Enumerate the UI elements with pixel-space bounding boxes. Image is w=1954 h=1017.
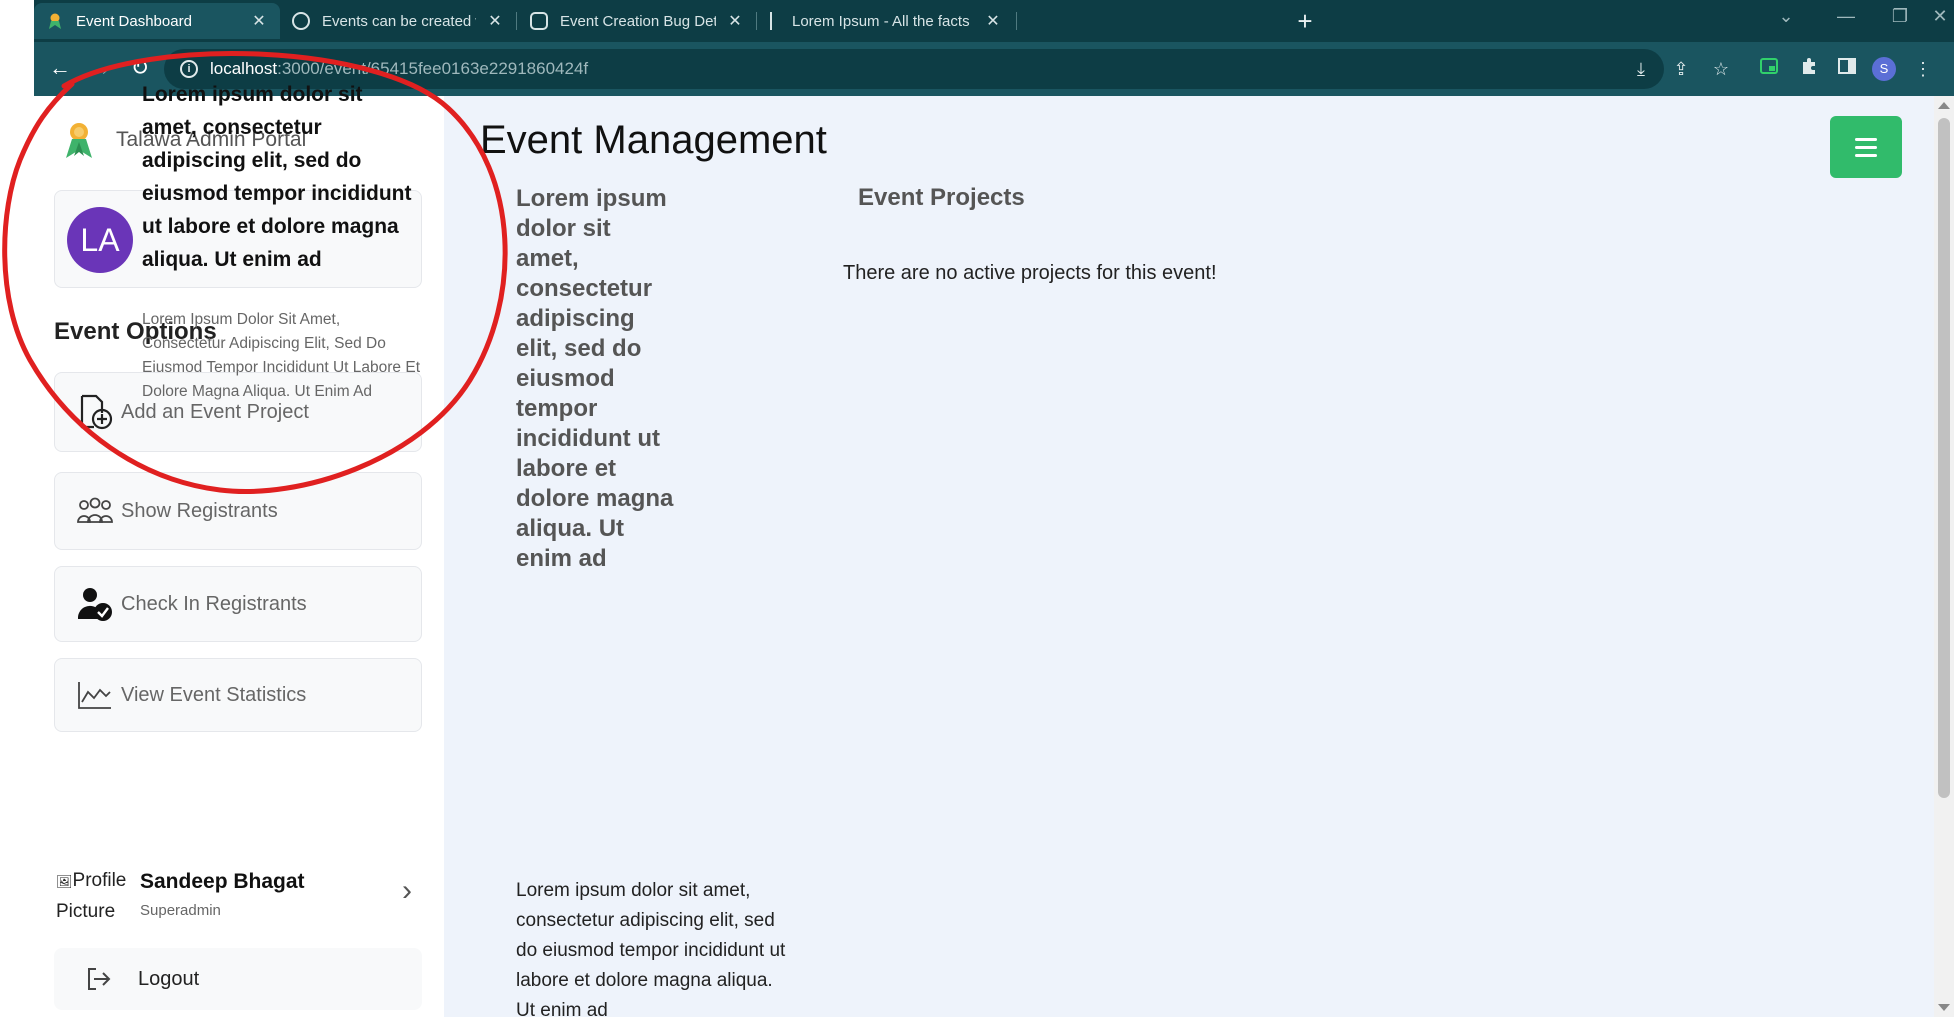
browser-profile-avatar[interactable]: S — [1872, 57, 1896, 81]
org-title: Lorem ipsum dolor sit amet, consectetur … — [142, 83, 412, 271]
menu-bar — [1855, 137, 1877, 141]
back-arrow-icon[interactable]: ← — [46, 54, 74, 82]
window-close-icon[interactable]: ✕ — [1920, 6, 1954, 27]
tab-event-dashboard[interactable]: Event Dashboard ✕ — [34, 3, 280, 39]
check-in-registrants-button[interactable]: Check In Registrants — [54, 566, 422, 642]
menu-bar — [1855, 145, 1877, 149]
profile-role: Superadmin — [140, 902, 221, 919]
extensions-puzzle-icon[interactable] — [1796, 56, 1822, 82]
url-path: :3000/event/65415fee0163e2291860424f — [277, 59, 589, 78]
option-label: Check In Registrants — [121, 592, 307, 615]
site-info-icon[interactable]: i — [180, 60, 198, 78]
people-group-icon — [75, 491, 115, 531]
tab-separator — [516, 12, 517, 30]
left-drawer: Talawa Admin Portal LA Event Options Add… — [0, 83, 444, 1017]
tab-separator — [1016, 12, 1017, 30]
profile-name: Sandeep Bhagat — [140, 870, 305, 893]
share-icon[interactable]: ⇪ — [1668, 56, 1694, 82]
event-description: Lorem ipsum dolor sit amet, consectetur … — [516, 880, 786, 1017]
restore-icon[interactable]: ❐ — [1880, 6, 1920, 27]
browser-tabstrip: Event Dashboard ✕ Events can be created … — [34, 0, 1954, 42]
bookmark-star-icon[interactable]: ☆ — [1708, 56, 1734, 82]
main-content: Event Management Lorem ipsum dolor sit a… — [444, 96, 1934, 1017]
broken-image-icon: 🖼 — [56, 874, 73, 889]
tab-separator — [756, 12, 757, 30]
no-projects-message: There are no active projects for this ev… — [843, 262, 1217, 284]
show-registrants-button[interactable]: Show Registrants — [54, 472, 422, 550]
extension-green-icon[interactable] — [1756, 56, 1782, 82]
event-title: Lorem ipsum dolor sit amet, consectetur … — [516, 185, 674, 572]
profile-picture: 🖼Profile Picture — [56, 866, 136, 927]
file-add-icon — [75, 392, 115, 432]
logout-icon — [78, 966, 118, 992]
logout-button[interactable]: Logout — [54, 948, 422, 1010]
event-projects-heading: Event Projects — [858, 184, 1025, 211]
user-check-icon — [75, 584, 115, 624]
scroll-up-arrow-icon[interactable] — [1938, 102, 1950, 109]
side-panel-icon[interactable] — [1834, 56, 1860, 82]
github-favicon-icon — [292, 12, 310, 30]
window-gutter — [0, 0, 34, 96]
url-host: localhost — [210, 59, 278, 78]
tab-title: Event Dashboard — [76, 12, 192, 30]
talawa-logo-icon — [62, 120, 96, 160]
logout-label: Logout — [138, 967, 200, 990]
close-icon[interactable]: ✕ — [250, 11, 268, 31]
chart-line-icon — [75, 675, 115, 715]
minimize-icon[interactable]: — — [1826, 6, 1866, 27]
org-avatar: LA — [67, 207, 133, 273]
lipsum-favicon-icon — [770, 12, 780, 30]
close-icon[interactable]: ✕ — [984, 11, 1002, 31]
chevron-right-icon[interactable]: › — [392, 874, 422, 908]
talawa-favicon-icon — [46, 12, 64, 30]
hamburger-menu-button[interactable] — [1830, 116, 1902, 178]
new-tab-plus-icon[interactable]: + — [1290, 6, 1320, 37]
profile-row[interactable]: 🖼Profile Picture Sandeep Bhagat Superadm… — [54, 860, 422, 932]
option-label: View Event Statistics — [121, 683, 307, 706]
menu-bar — [1855, 153, 1877, 157]
page-title: Event Management — [480, 118, 827, 162]
tab-chatgpt[interactable]: Event Creation Bug Detected ✕ — [518, 3, 756, 39]
tab-github-issue[interactable]: Events can be created with blac ✕ — [280, 3, 516, 39]
tab-title: Events can be created with blac — [322, 12, 476, 30]
scroll-down-arrow-icon[interactable] — [1938, 1004, 1950, 1011]
option-label: Show Registrants — [121, 499, 278, 522]
close-icon[interactable]: ✕ — [486, 11, 504, 31]
org-description: Lorem Ipsum Dolor Sit Amet, Consectetur … — [142, 311, 421, 400]
tab-lipsum[interactable]: Lorem Ipsum - All the facts - Lip ✕ — [758, 3, 1014, 39]
tab-title: Lorem Ipsum - All the facts - Lip — [792, 12, 974, 30]
view-event-statistics-button[interactable]: View Event Statistics — [54, 658, 422, 732]
tab-search-chevron-icon[interactable]: ⌄ — [1766, 6, 1806, 27]
kebab-menu-icon[interactable]: ⋮ — [1910, 56, 1936, 82]
tab-title: Event Creation Bug Detected — [560, 12, 716, 30]
scrollbar-thumb[interactable] — [1938, 118, 1950, 798]
page-scrollbar[interactable] — [1934, 96, 1954, 1017]
chatgpt-favicon-icon — [530, 12, 548, 30]
close-icon[interactable]: ✕ — [726, 11, 744, 31]
install-app-icon[interactable]: ⤓ — [1628, 56, 1654, 82]
forward-arrow-icon[interactable]: → — [86, 54, 114, 82]
